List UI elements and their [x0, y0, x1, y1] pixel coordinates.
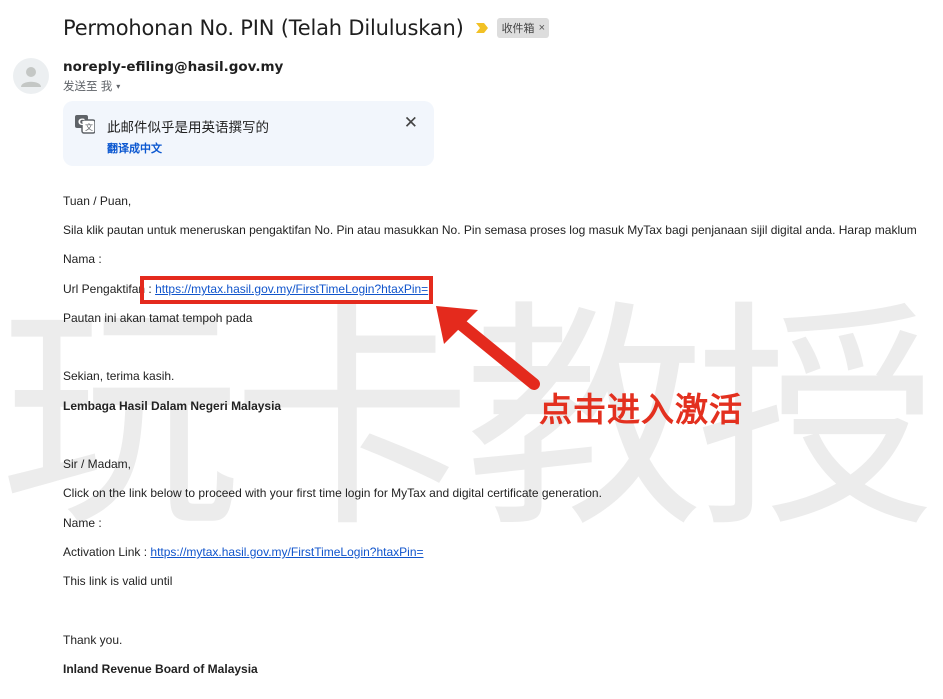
ms-url-label: Url Pengaktifan :	[63, 282, 152, 296]
ms-name-label: Nama :	[63, 252, 102, 266]
en-name-label: Name :	[63, 516, 102, 530]
sender-avatar[interactable]	[13, 58, 49, 94]
ms-thanks: Sekian, terima kasih.	[63, 369, 175, 383]
ms-organization: Lembaga Hasil Dalam Negeri Malaysia	[63, 399, 282, 413]
en-link-line: Activation Link : https://mytax.hasil.go…	[63, 545, 424, 559]
inbox-label-text: 收件箱	[501, 23, 535, 35]
en-instruction: Click on the link below to proceed with …	[63, 486, 602, 500]
watermark-text: 玩卡教授	[0, 280, 936, 560]
inbox-label-chip: 收件箱 ×	[496, 18, 549, 38]
ms-url-line: Url Pengaktifan : https://mytax.hasil.go…	[63, 282, 428, 296]
ms-activation-link[interactable]: https://mytax.hasil.gov.my/FirstTimeLogi…	[155, 282, 428, 296]
email-header: Permohonan No. PIN (Telah Diluluskan) 收件…	[63, 14, 549, 42]
importance-marker-icon[interactable]	[475, 23, 488, 33]
en-thanks: Thank you.	[63, 633, 123, 647]
remove-label-icon[interactable]: ×	[539, 22, 545, 34]
close-icon[interactable]: ✕	[404, 114, 418, 131]
ms-instruction: Sila klik pautan untuk meneruskan pengak…	[63, 223, 917, 237]
email-subject: Permohonan No. PIN (Telah Diluluskan)	[63, 16, 464, 40]
recipient-label: 发送至 我	[63, 81, 113, 93]
en-greeting: Sir / Madam,	[63, 457, 132, 471]
sender-email[interactable]: noreply-efiling@hasil.gov.my	[63, 59, 283, 75]
person-icon	[21, 67, 41, 87]
en-validity: This link is valid until	[63, 574, 173, 588]
en-link-label: Activation Link :	[63, 545, 148, 559]
translate-icon: G 文	[75, 115, 95, 134]
annotation-label: 点击进入激活	[539, 390, 743, 429]
svg-text:文: 文	[85, 122, 93, 132]
recipient-info: 发送至 我 ▾	[63, 78, 120, 94]
ms-expiry: Pautan ini akan tamat tempoh pada	[63, 311, 253, 325]
ms-greeting: Tuan / Puan,	[63, 194, 132, 208]
translate-banner: G 文 此邮件似乎是用英语撰写的 翻译成中文 ✕	[63, 101, 434, 166]
en-activation-link[interactable]: https://mytax.hasil.gov.my/FirstTimeLogi…	[150, 545, 423, 559]
en-organization: Inland Revenue Board of Malaysia	[63, 662, 258, 676]
translate-to-chinese-link[interactable]: 翻译成中文	[107, 140, 162, 156]
translate-message: 此邮件似乎是用英语撰写的	[107, 120, 269, 135]
recipient-details-caret-icon[interactable]: ▾	[116, 82, 120, 91]
red-arrow-icon	[436, 306, 540, 390]
